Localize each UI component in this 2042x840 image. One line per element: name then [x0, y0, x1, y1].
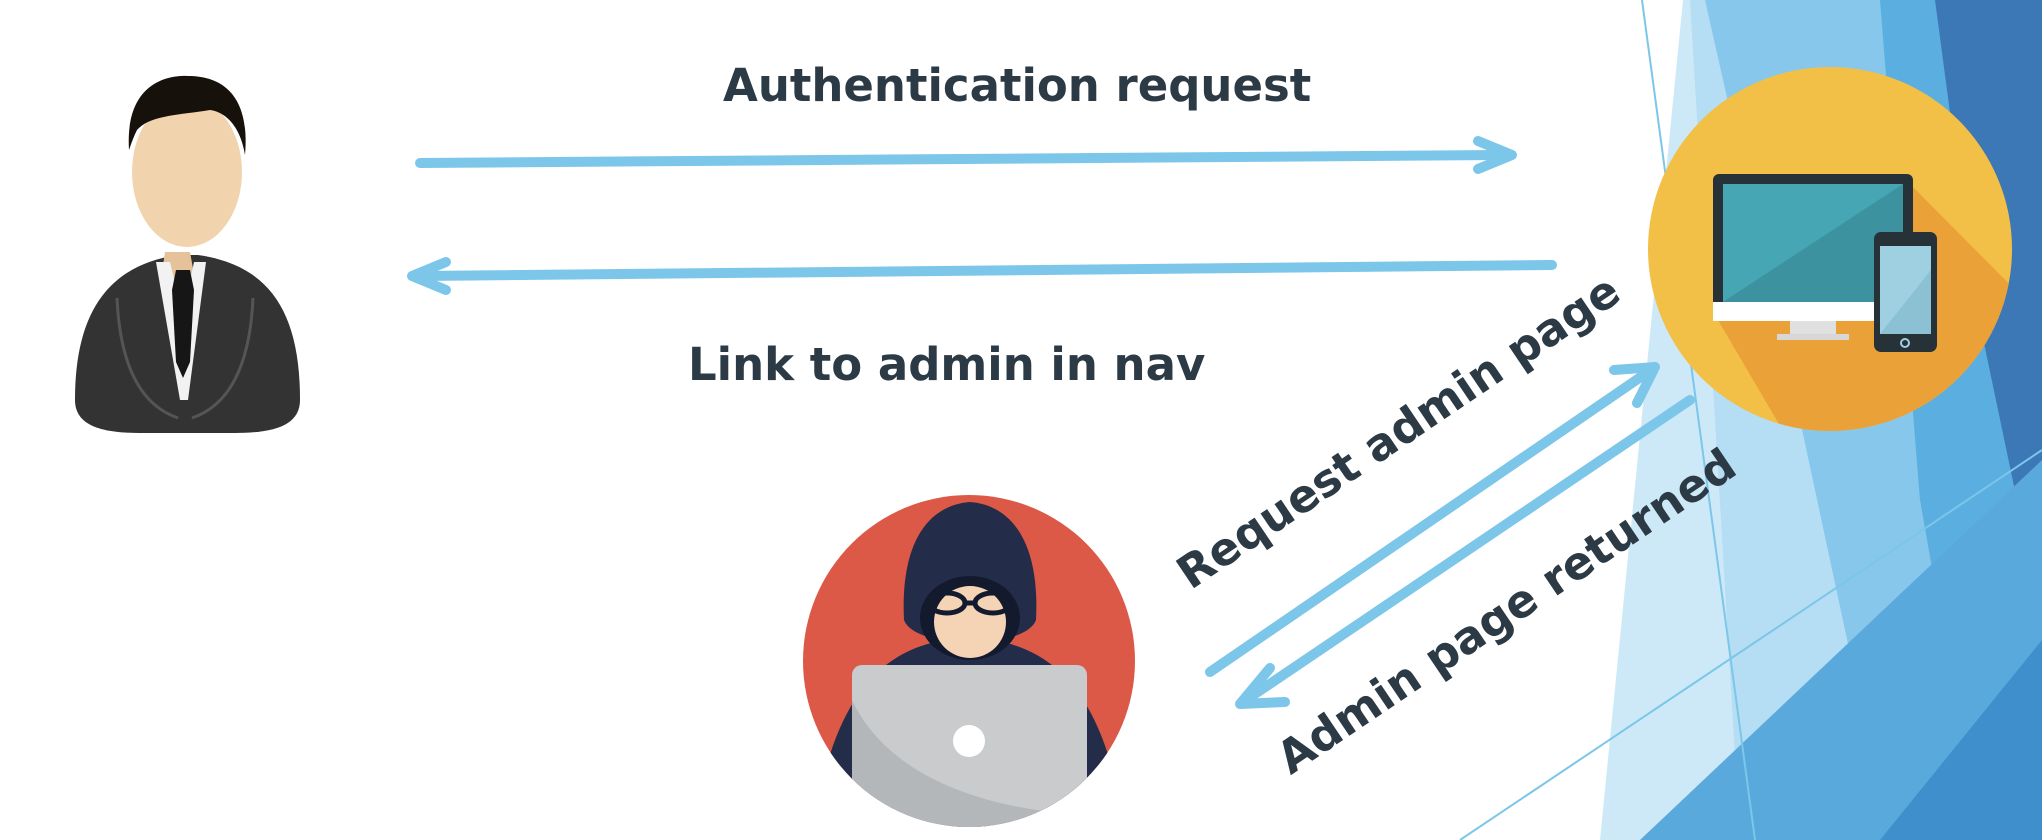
authentication-request-label: Authentication request — [723, 59, 1312, 112]
diagram-canvas: Authentication request Link to admin in … — [75, 0, 2042, 840]
link-to-admin-label: Link to admin in nav — [688, 338, 1206, 391]
label-layer: Authentication request Link to admin in … — [688, 59, 1746, 784]
